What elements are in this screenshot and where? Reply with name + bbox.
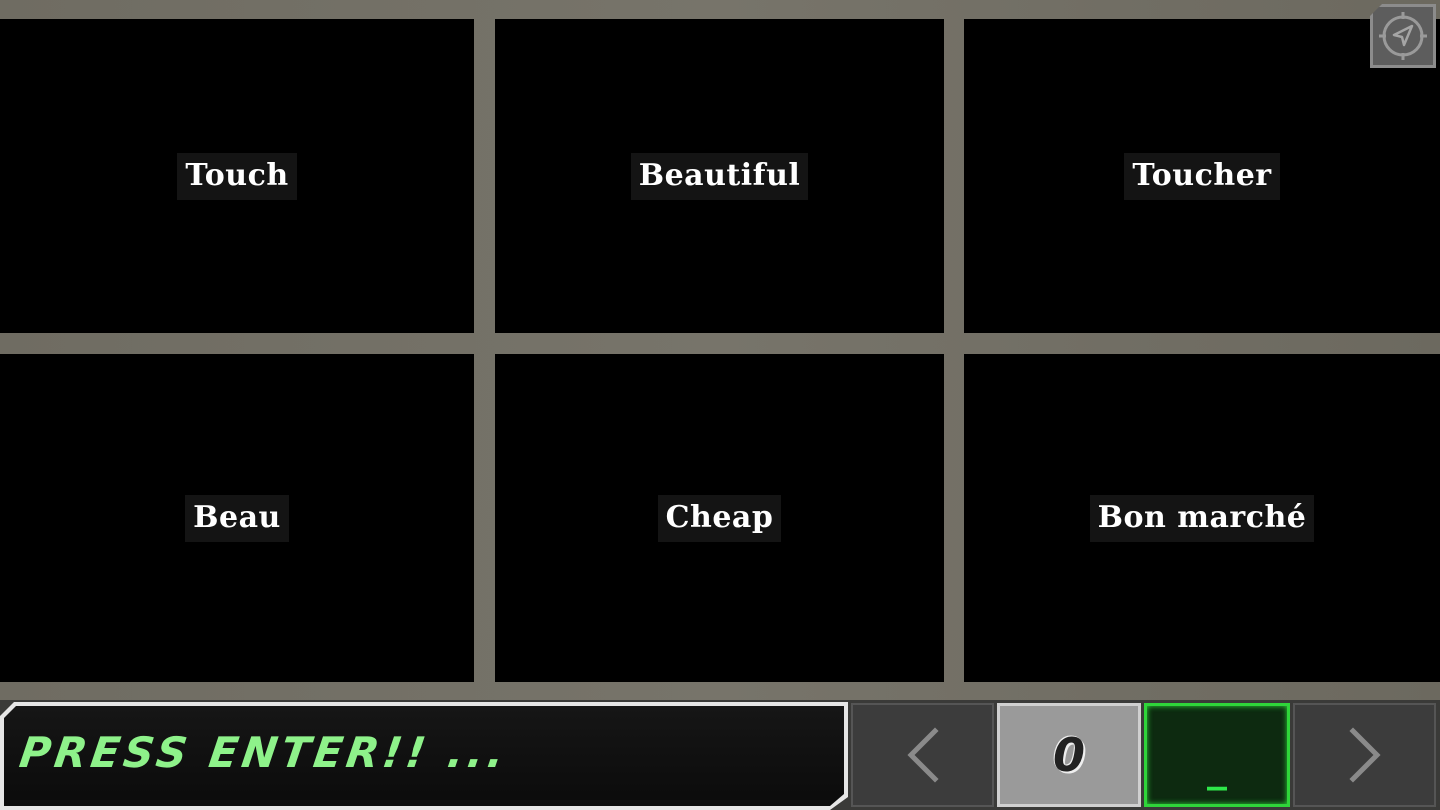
chevron-left-icon xyxy=(906,727,939,783)
word-tile-label: Touch xyxy=(177,152,297,200)
chevron-right-icon xyxy=(1348,727,1381,783)
word-tile-label: Toucher xyxy=(1124,152,1280,200)
compass-navigation-icon xyxy=(1379,12,1427,60)
next-button[interactable] xyxy=(1293,703,1436,807)
compass-button[interactable] xyxy=(1370,4,1436,68)
word-tile[interactable]: Bon marché xyxy=(964,354,1440,682)
word-tile[interactable]: Toucher xyxy=(964,19,1440,333)
active-digit-slot[interactable]: _ xyxy=(1144,703,1290,807)
word-tile[interactable]: Beau xyxy=(0,354,474,682)
word-tile-label: Cheap xyxy=(657,494,782,542)
word-tile[interactable]: Beautiful xyxy=(495,19,944,333)
digit-slot[interactable]: 0 xyxy=(997,703,1141,807)
word-tile-label: Beautiful xyxy=(630,152,809,200)
active-cursor: _ xyxy=(1207,745,1227,791)
digit-value: 0 xyxy=(1052,728,1085,782)
word-tile-label: Bon marché xyxy=(1089,494,1315,542)
press-enter-prompt: PRESS ENTER!! ... xyxy=(16,728,512,777)
word-tile[interactable]: Cheap xyxy=(495,354,944,682)
word-tile[interactable]: Touch xyxy=(0,19,474,333)
word-tile-label: Beau xyxy=(185,494,289,542)
previous-button[interactable] xyxy=(851,703,994,807)
